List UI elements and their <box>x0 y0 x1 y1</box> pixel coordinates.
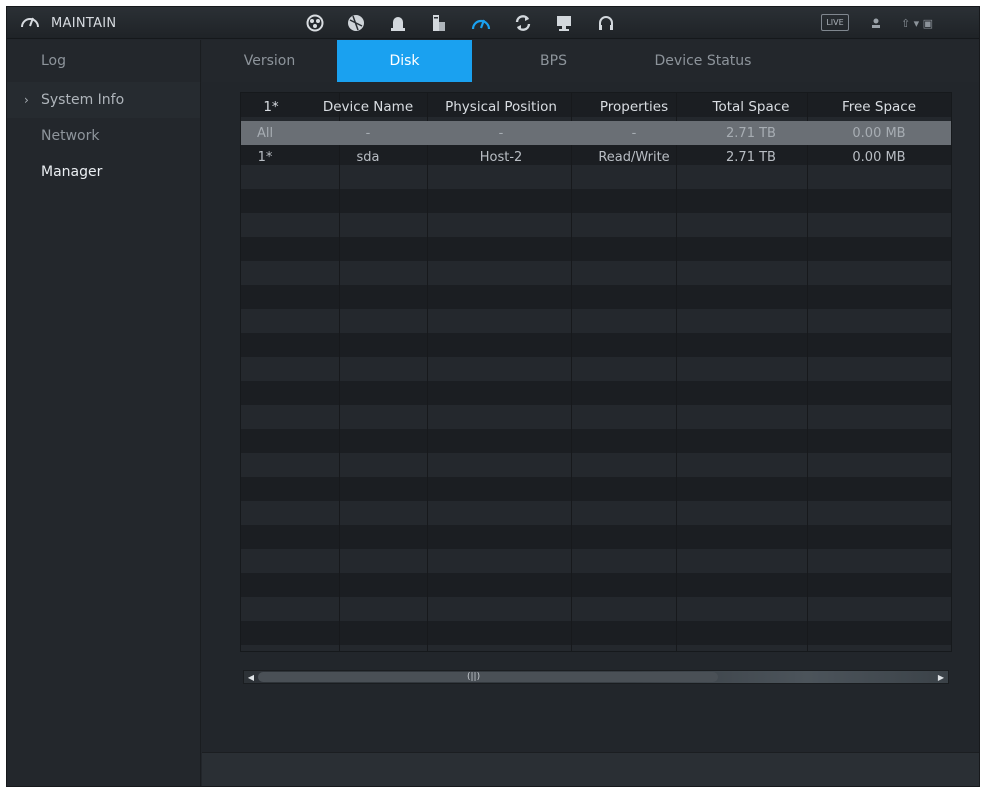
cell-properties: Read/Write <box>598 149 670 165</box>
column-divider <box>807 93 808 651</box>
sidebar-group-system-info[interactable]: › System Info <box>7 82 200 118</box>
audio-icon[interactable] <box>594 12 618 34</box>
scroll-right-icon[interactable]: ▶ <box>936 672 946 682</box>
disk-table: 1* Device Name Physical Position Propert… <box>240 92 952 652</box>
search-icon[interactable] <box>303 12 327 34</box>
app-title-text: MAINTAIN <box>51 15 117 31</box>
cell-device-name: sda <box>356 149 380 165</box>
top-bar: MAINTAIN LIVE ⇧ ▾ ▣ <box>7 7 979 39</box>
cell-physical-position: - <box>498 125 504 141</box>
header-physical-position[interactable]: Physical Position <box>429 95 573 119</box>
header-device-name[interactable]: Device Name <box>316 95 420 119</box>
cell-physical-position: Host-2 <box>479 149 523 165</box>
app-window: MAINTAIN LIVE ⇧ ▾ ▣ Log › System Info Ne… <box>6 6 980 787</box>
column-divider <box>339 93 340 651</box>
tab-disk[interactable]: Disk <box>337 40 472 82</box>
scrollbar-thumb[interactable] <box>258 672 718 682</box>
user-icon[interactable] <box>869 13 883 33</box>
header-properties[interactable]: Properties <box>579 95 689 119</box>
display-icon[interactable] <box>552 12 576 34</box>
tab-bps[interactable]: BPS <box>486 40 621 82</box>
header-checkbox[interactable]: 1* <box>241 95 301 119</box>
backup-icon[interactable] <box>511 12 535 34</box>
cell-device-name: - <box>365 125 371 141</box>
column-divider <box>571 93 572 651</box>
cell-index: All <box>256 125 274 141</box>
table-header-row: 1* Device Name Physical Position Propert… <box>241 95 951 119</box>
table-row-all[interactable]: All - - - 2.71 TB 0.00 MB <box>241 121 951 145</box>
bottom-bar <box>202 752 979 786</box>
chevron-right-icon: › <box>24 93 29 107</box>
horizontal-scrollbar[interactable]: ◀ (||) ▶ <box>243 670 949 684</box>
header-free-space[interactable]: Free Space <box>827 95 931 119</box>
header-total-space[interactable]: Total Space <box>699 95 803 119</box>
cell-properties: - <box>631 125 637 141</box>
sidebar-item-manager[interactable]: Manager <box>7 154 200 190</box>
storage-icon[interactable] <box>427 12 451 34</box>
sidebar-item-log[interactable]: Log <box>7 40 200 82</box>
tab-device-status[interactable]: Device Status <box>633 40 773 82</box>
maintain-icon[interactable] <box>469 12 493 34</box>
ball-icon[interactable] <box>344 12 368 34</box>
maintain-logo-icon <box>19 12 41 34</box>
cell-free-space: 0.00 MB <box>852 149 906 165</box>
tab-bar: Version Disk BPS Device Status <box>202 40 979 82</box>
cell-free-space: 0.00 MB <box>852 125 906 141</box>
cell-total-space: 2.71 TB <box>726 149 776 165</box>
system-menu[interactable]: ⇧ ▾ ▣ <box>887 13 947 33</box>
sidebar-item-network[interactable]: Network <box>7 118 200 154</box>
column-divider <box>676 93 677 651</box>
cell-index: 1* <box>257 149 273 165</box>
app-title: MAINTAIN <box>19 7 116 39</box>
sidebar-group-label: System Info <box>41 92 125 108</box>
live-button[interactable]: LIVE <box>821 14 849 31</box>
table-row[interactable]: 1* sda Host-2 Read/Write 2.71 TB 0.00 MB <box>241 145 951 169</box>
cell-total-space: 2.71 TB <box>726 125 776 141</box>
tab-version[interactable]: Version <box>202 40 337 82</box>
column-divider <box>427 93 428 651</box>
scroll-left-icon[interactable]: ◀ <box>246 672 256 682</box>
sidebar: Log › System Info Network Manager <box>7 40 201 786</box>
scrollbar-grip: (||) <box>467 672 481 682</box>
alarm-icon[interactable] <box>386 12 410 34</box>
